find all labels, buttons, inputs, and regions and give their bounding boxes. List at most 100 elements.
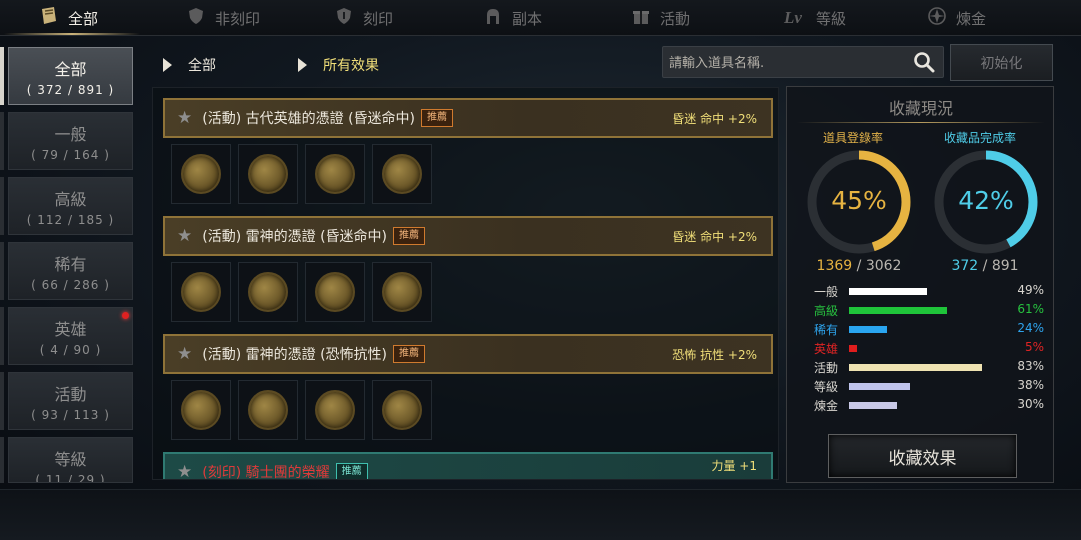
- tab-label: 活動: [660, 9, 691, 28]
- collection-entry[interactable]: ★ (刻印) 騎士團的榮耀 推薦 力量 +1: [163, 452, 773, 479]
- grade-stat-bar: [849, 402, 897, 409]
- category-all[interactable]: 全部 ( 372 / 891 ): [8, 47, 133, 105]
- tab-level[interactable]: Lv 等級: [778, 0, 846, 36]
- category-accent: [0, 242, 4, 300]
- item-slot[interactable]: [171, 144, 231, 204]
- medal-coin-icon: [248, 390, 288, 430]
- effect-filter-dropdown[interactable]: 所有效果: [298, 55, 379, 75]
- favorite-star-icon[interactable]: ★: [177, 462, 192, 479]
- grade-stat-label: 等級: [814, 380, 839, 394]
- reset-button[interactable]: 初始化: [950, 44, 1053, 81]
- tab-label: 非刻印: [215, 9, 261, 28]
- category-count: ( 4 / 90 ): [39, 343, 102, 357]
- category-accent: [0, 437, 4, 483]
- entry-title: (活動) 雷神的憑證 (昏迷命中): [202, 229, 387, 245]
- top-tab-bar: 全部 非刻印 刻印 副本 活動 Lv 等級 煉金: [0, 0, 1081, 36]
- entry-effect: 昏迷 命中 +2%: [672, 229, 757, 244]
- grade-stat-percent: 38%: [1017, 378, 1044, 392]
- tab-event[interactable]: 活動: [630, 0, 690, 36]
- notification-dot: [122, 312, 129, 319]
- completion-rate-label: 收藏品完成率: [944, 131, 1017, 145]
- completion-percent: 42%: [958, 186, 1014, 215]
- favorite-star-icon[interactable]: ★: [177, 108, 192, 128]
- item-slot[interactable]: [238, 380, 298, 440]
- grade-stat-percent: 30%: [1017, 397, 1044, 411]
- category-accent: [0, 177, 4, 235]
- search-icon[interactable]: [913, 51, 935, 77]
- grade-stat-track: [849, 383, 989, 390]
- grade-stat-row: 高級 61%: [814, 302, 1044, 320]
- collection-entry-header[interactable]: ★ (活動) 古代英雄的憑證 (昏迷命中) 推薦 昏迷 命中 +2%: [163, 98, 773, 138]
- grade-stat-label: 稀有: [814, 323, 839, 337]
- item-slot[interactable]: [171, 262, 231, 322]
- collection-entry-header[interactable]: ★ (刻印) 騎士團的榮耀 推薦 力量 +1: [163, 452, 773, 479]
- play-triangle-icon: [163, 58, 172, 72]
- category-filter-dropdown[interactable]: 全部: [163, 55, 216, 75]
- medal-coin-icon: [248, 272, 288, 312]
- tab-all[interactable]: 全部: [38, 0, 98, 36]
- category-advanced[interactable]: 高級 ( 112 / 185 ): [8, 177, 133, 235]
- favorite-star-icon[interactable]: ★: [177, 226, 192, 246]
- grade-stat-label: 英雄: [814, 342, 839, 356]
- tab-alchemy[interactable]: 煉金: [926, 0, 986, 36]
- tab-label: 刻印: [363, 9, 394, 28]
- gift-icon: [630, 7, 652, 30]
- grade-stat-label: 高級: [814, 304, 839, 318]
- favorite-star-icon[interactable]: ★: [177, 344, 192, 364]
- item-slot[interactable]: [372, 262, 432, 322]
- grade-stat-percent: 24%: [1017, 321, 1044, 335]
- completion-total: 891: [991, 258, 1019, 274]
- collection-effect-button[interactable]: 收藏效果: [828, 434, 1017, 478]
- entry-effect: 力量 +1: [711, 459, 757, 473]
- completion-counts: 372 / 891: [951, 258, 1019, 274]
- category-hero[interactable]: 英雄 ( 4 / 90 ): [8, 307, 133, 365]
- collection-entry[interactable]: ★ (活動) 雷神的憑證 (昏迷命中) 推薦 昏迷 命中 +2%: [163, 216, 773, 334]
- item-slot[interactable]: [372, 144, 432, 204]
- collection-entry[interactable]: ★ (活動) 雷神的憑證 (恐怖抗性) 推薦 恐怖 抗性 +2%: [163, 334, 773, 452]
- grade-stat-label: 一般: [814, 285, 839, 299]
- medal-coin-icon: [181, 154, 221, 194]
- grade-stat-row: 活動 83%: [814, 359, 1044, 377]
- grade-stat-bar: [849, 345, 857, 352]
- active-tab-underline: [4, 33, 140, 35]
- entry-title: (活動) 古代英雄的憑證 (昏迷命中): [202, 111, 415, 127]
- item-slot[interactable]: [372, 380, 432, 440]
- tab-engraved[interactable]: 刻印: [333, 0, 393, 36]
- item-slot[interactable]: [238, 144, 298, 204]
- item-slot[interactable]: [305, 380, 365, 440]
- item-slot[interactable]: [305, 144, 365, 204]
- grade-stat-track: [849, 326, 989, 333]
- tab-non-engraved[interactable]: 非刻印: [185, 0, 260, 36]
- collection-entry[interactable]: ★ (活動) 古代英雄的憑證 (昏迷命中) 推薦 昏迷 命中 +2%: [163, 98, 773, 216]
- category-event[interactable]: 活動 ( 93 / 113 ): [8, 372, 133, 430]
- grade-stat-track: [849, 345, 989, 352]
- grade-stat-bar: [849, 364, 982, 371]
- medal-coin-icon: [315, 272, 355, 312]
- tab-dungeon[interactable]: 副本: [482, 0, 542, 36]
- entry-effect: 昏迷 命中 +2%: [672, 111, 757, 126]
- medal-coin-icon: [315, 154, 355, 194]
- collection-entry-header[interactable]: ★ (活動) 雷神的憑證 (恐怖抗性) 推薦 恐怖 抗性 +2%: [163, 334, 773, 374]
- item-slot[interactable]: [171, 380, 231, 440]
- category-count: ( 11 / 29 ): [35, 473, 106, 483]
- grade-stat-bar: [849, 383, 910, 390]
- category-filter-value: 全部: [188, 58, 216, 74]
- category-rare[interactable]: 稀有 ( 66 / 286 ): [8, 242, 133, 300]
- grade-stat-row: 一般 49%: [814, 283, 1044, 301]
- entry-item-slots: [171, 380, 432, 440]
- item-slot[interactable]: [305, 262, 365, 322]
- category-normal[interactable]: 一般 ( 79 / 164 ): [8, 112, 133, 170]
- category-level[interactable]: 等級 ( 11 / 29 ): [8, 437, 133, 483]
- collection-status-panel: 收藏現況 道具登錄率 收藏品完成率 45% 1369 / 3062 42% 37…: [786, 86, 1054, 483]
- grade-stat-track: [849, 288, 989, 295]
- collection-entry-header[interactable]: ★ (活動) 雷神的憑證 (昏迷命中) 推薦 昏迷 命中 +2%: [163, 216, 773, 256]
- category-count: ( 79 / 164 ): [31, 148, 110, 162]
- item-slot[interactable]: [238, 262, 298, 322]
- medal-coin-icon: [315, 390, 355, 430]
- category-name: 全部: [54, 60, 87, 79]
- recommend-badge: 推薦: [393, 345, 425, 363]
- alchemy-icon: [926, 6, 948, 31]
- search-input[interactable]: [669, 51, 909, 75]
- grade-stat-percent: 61%: [1017, 302, 1044, 316]
- category-name: 等級: [54, 450, 87, 469]
